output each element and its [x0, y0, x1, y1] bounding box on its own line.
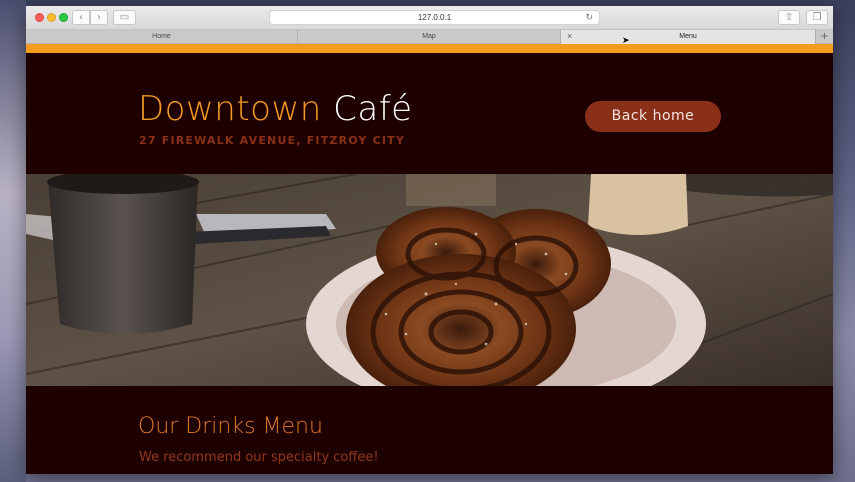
hero-photo [26, 174, 833, 386]
accent-bar [26, 44, 833, 53]
brand-downtown: Downtown [138, 89, 322, 129]
tab-label: Map [422, 33, 436, 40]
close-tab-icon[interactable]: × [567, 30, 572, 43]
back-button[interactable]: ‹ [72, 10, 90, 25]
sidebar-icon: ▭ [119, 12, 130, 23]
tab-label: Home [152, 33, 171, 40]
chevron-left-icon: ‹ [79, 12, 83, 23]
back-home-button[interactable]: Back home [585, 101, 721, 132]
desktop-background [0, 0, 26, 482]
tabs-icon: ❐ [812, 12, 822, 23]
maximize-window-button[interactable] [59, 13, 68, 22]
tab-menu[interactable]: × Menu [561, 30, 816, 44]
new-tab-button[interactable]: + [816, 30, 833, 44]
section-title: Our Drinks Menu [138, 414, 323, 439]
browser-toolbar: ‹ › ▭ 127.0.0.1 ↻ ⇧ ❐ [26, 6, 833, 30]
section-subtitle: We recommend our specialty coffee! [139, 450, 379, 465]
tab-bar: Home Map × Menu + [26, 30, 833, 44]
forward-button[interactable]: › [90, 10, 108, 25]
tab-label: Menu [679, 33, 697, 40]
tab-home[interactable]: Home [26, 30, 298, 44]
hero-image [26, 174, 833, 386]
reload-icon[interactable]: ↻ [585, 11, 593, 24]
minimize-window-button[interactable] [47, 13, 56, 22]
address-bar[interactable]: 127.0.0.1 ↻ [269, 10, 600, 25]
sidebar-toggle-button[interactable]: ▭ [113, 10, 136, 25]
cafe-address: 27 FIREWALK AVENUE, FITZROY CITY [139, 134, 406, 147]
close-window-button[interactable] [35, 13, 44, 22]
brand-cafe: Café [333, 89, 413, 129]
tab-map[interactable]: Map [298, 30, 561, 44]
browser-window: ‹ › ▭ 127.0.0.1 ↻ ⇧ ❐ Home Map × Menu + … [26, 6, 833, 474]
url-text: 127.0.0.1 [417, 13, 452, 22]
site-brand: Downtown Café [138, 89, 413, 129]
chevron-right-icon: › [97, 12, 101, 23]
site-header: Downtown Café 27 FIREWALK AVENUE, FITZRO… [26, 53, 833, 174]
tab-overview-button[interactable]: ❐ [806, 10, 828, 25]
share-icon: ⇧ [784, 12, 794, 23]
drinks-menu-section: Our Drinks Menu We recommend our special… [26, 386, 833, 474]
plus-icon: + [820, 31, 829, 42]
share-button[interactable]: ⇧ [778, 10, 800, 25]
